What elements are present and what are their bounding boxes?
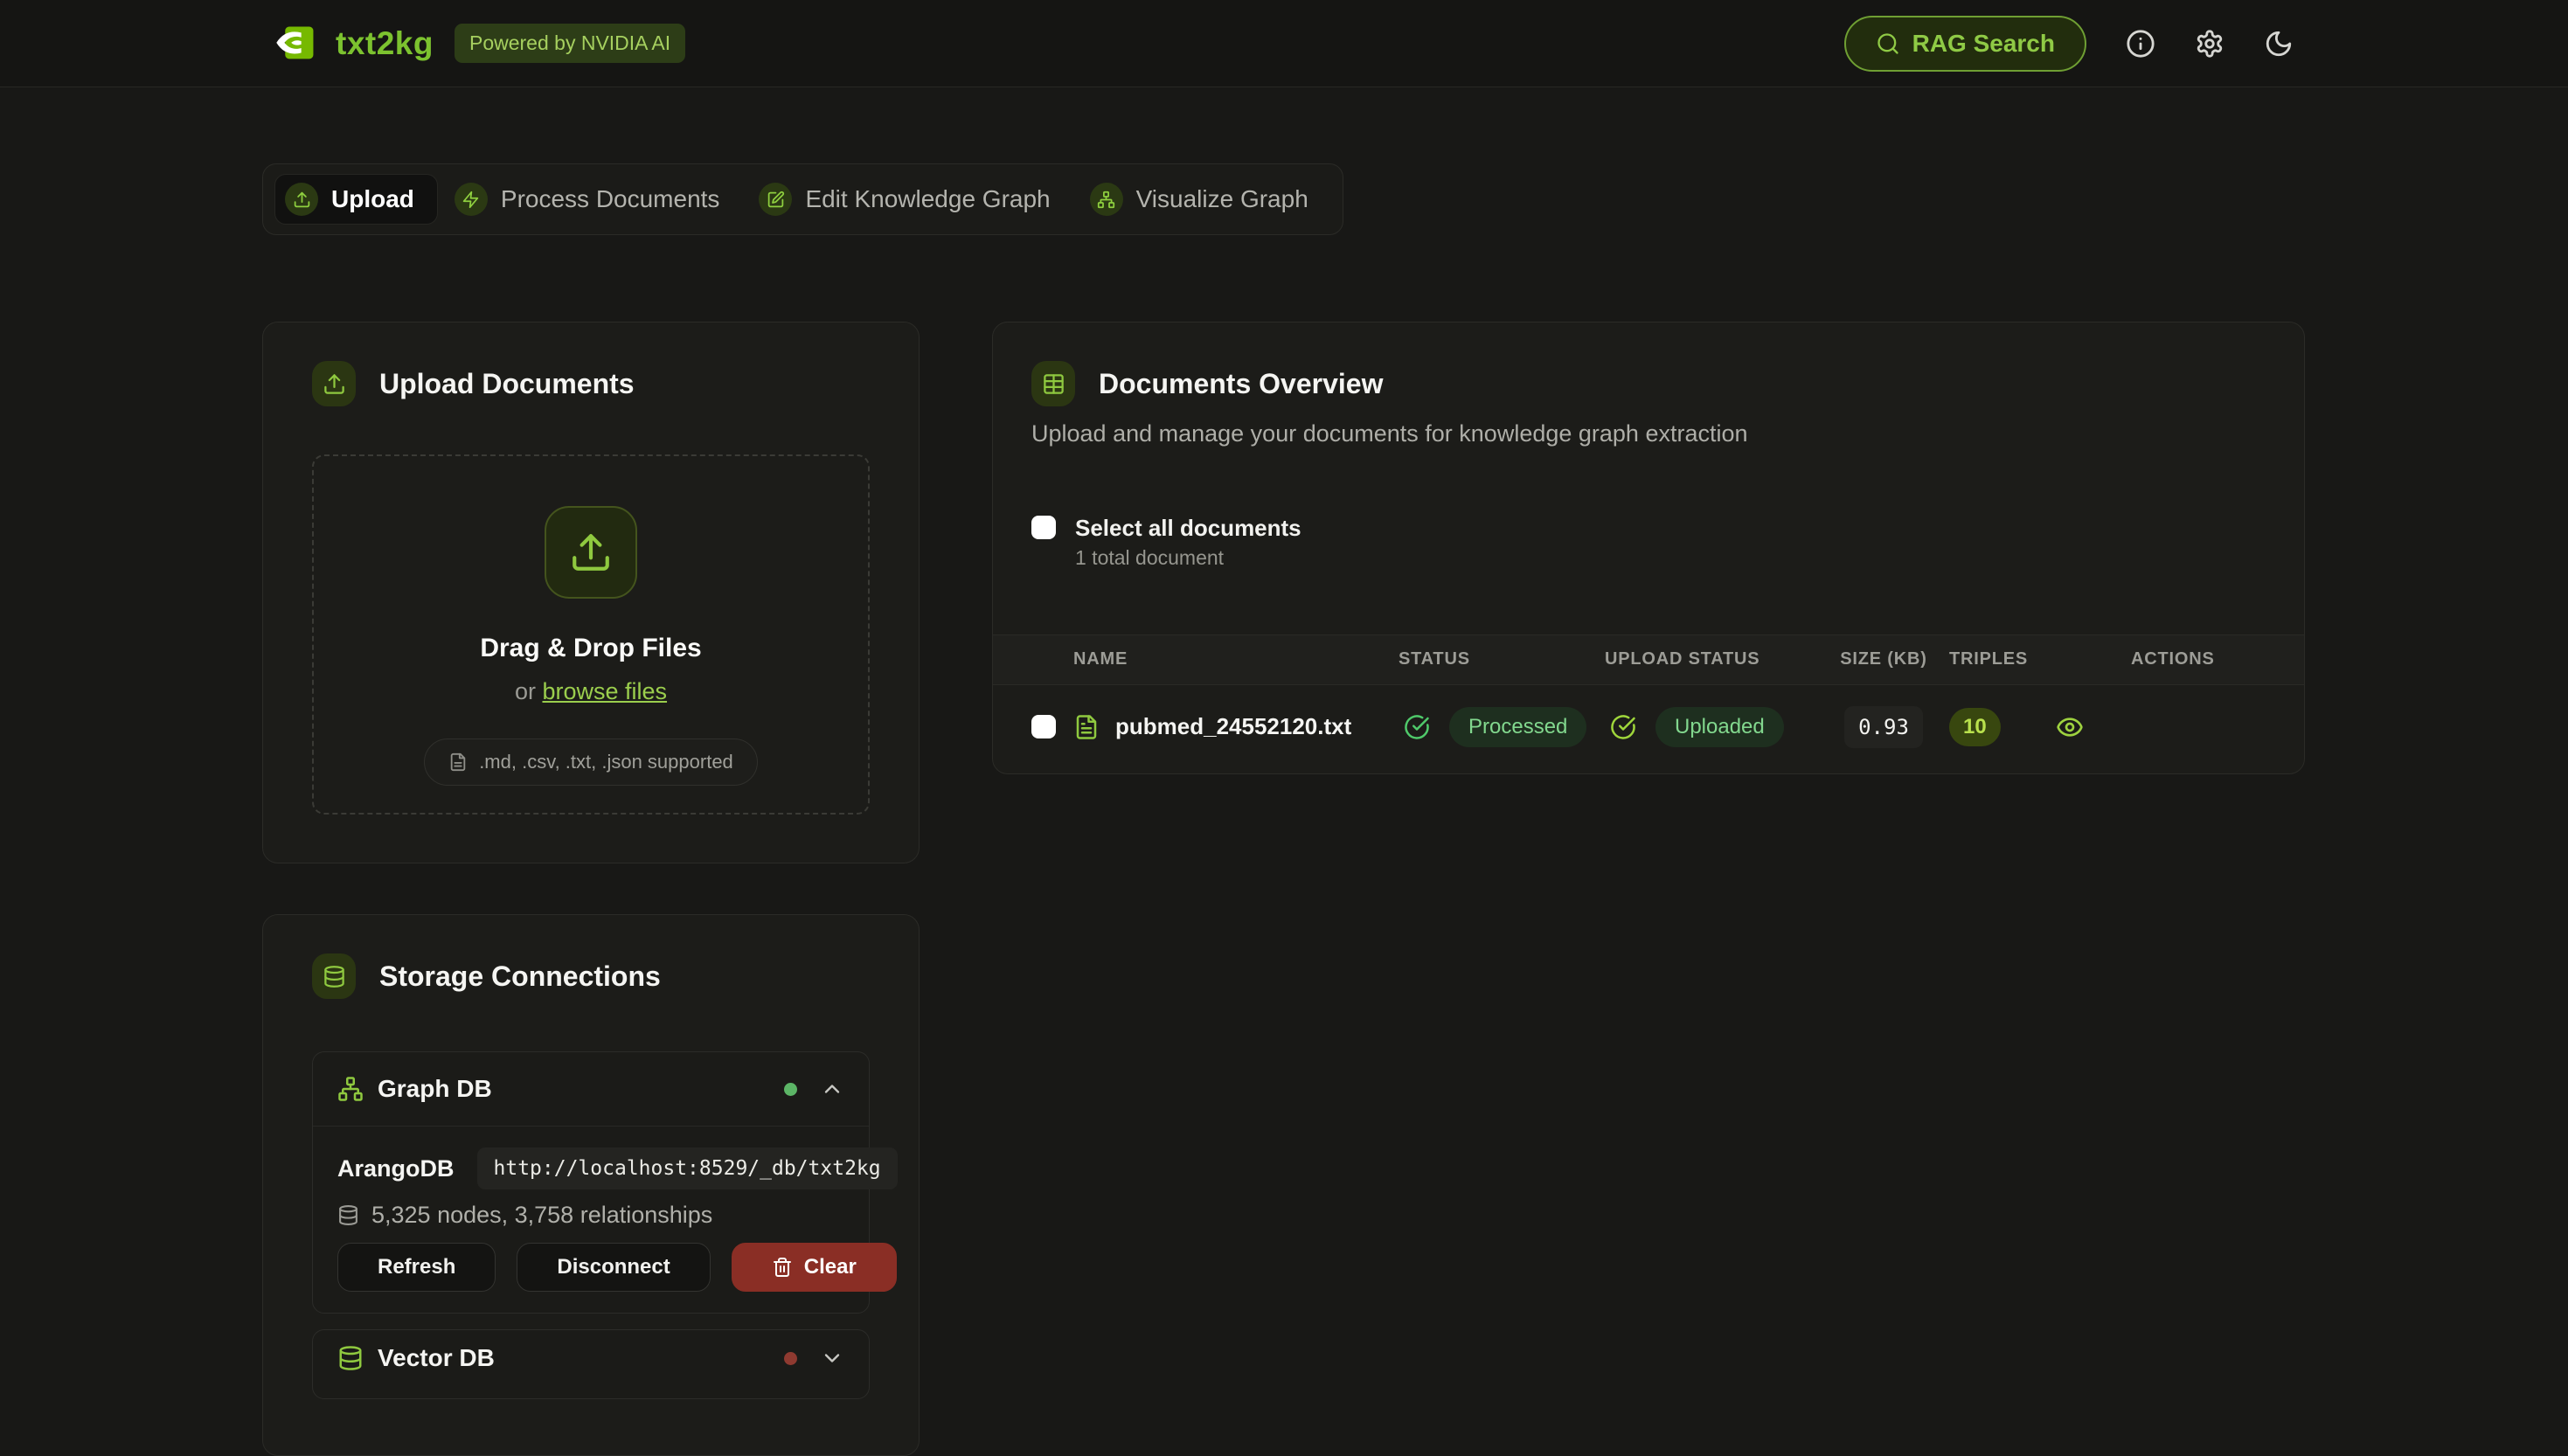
network-graph-icon	[337, 1076, 364, 1102]
select-all-label: Select all documents	[1075, 516, 1301, 541]
column-upload-status: Upload Status	[1605, 649, 1818, 669]
provider-name: ArangoDB	[337, 1155, 455, 1182]
tab-process-label: Process Documents	[501, 185, 720, 213]
row-checkbox[interactable]	[1031, 715, 1056, 738]
nvidia-logo-icon	[274, 25, 315, 62]
storage-card-title: Storage Connections	[379, 960, 661, 993]
column-size: Size (KB)	[1840, 649, 1926, 669]
clear-button[interactable]: Clear	[732, 1243, 897, 1292]
tab-edit-knowledge-graph[interactable]: Edit Knowledge Graph	[749, 174, 1072, 225]
dropzone-subtext: or browse files	[515, 678, 667, 705]
dark-mode-moon-icon[interactable]	[2264, 29, 2294, 59]
refresh-label: Refresh	[378, 1255, 455, 1279]
disconnect-button[interactable]: Disconnect	[517, 1243, 710, 1292]
chevron-up-icon[interactable]	[820, 1077, 844, 1101]
search-icon	[1876, 31, 1900, 56]
file-text-icon	[1073, 714, 1100, 740]
upload-icon	[285, 183, 318, 216]
rag-search-button[interactable]: RAG Search	[1844, 16, 2086, 72]
connection-url: http://localhost:8529/_db/txt2kg	[477, 1147, 898, 1189]
documents-card-title: Documents Overview	[1099, 368, 1383, 400]
document-name: pubmed_24552120.txt	[1115, 713, 1351, 740]
refresh-button[interactable]: Refresh	[337, 1243, 496, 1292]
trash-icon	[772, 1257, 793, 1278]
upload-documents-card: Upload Documents Drag & Drop Files or br…	[262, 322, 920, 863]
column-triples: Triples	[1949, 649, 2056, 669]
upload-icon	[312, 361, 356, 406]
database-icon	[337, 1204, 359, 1226]
column-status: Status	[1399, 649, 1605, 669]
documents-overview-card: Documents Overview Upload and manage you…	[992, 322, 2305, 774]
table-icon	[1031, 361, 1075, 406]
tab-edit-label: Edit Knowledge Graph	[805, 185, 1050, 213]
documents-card-subtitle: Upload and manage your documents for kno…	[993, 420, 2304, 447]
check-circle-icon	[1610, 714, 1636, 740]
database-icon	[312, 953, 356, 999]
vector-db-label: Vector DB	[378, 1344, 495, 1372]
network-graph-icon	[1090, 183, 1123, 216]
settings-gear-icon[interactable]	[2195, 29, 2224, 59]
select-all-checkbox[interactable]	[1031, 516, 1056, 539]
graph-db-label: Graph DB	[378, 1075, 492, 1103]
storage-connections-card: Storage Connections Graph DB ArangoDB ht…	[262, 914, 920, 1456]
tab-visualize-graph[interactable]: Visualize Graph	[1080, 174, 1331, 225]
tab-visualize-label: Visualize Graph	[1136, 185, 1308, 213]
zap-icon	[455, 183, 488, 216]
upload-icon	[545, 506, 637, 599]
powered-by-badge: Powered by NVIDIA AI	[455, 24, 685, 63]
file-icon	[448, 752, 468, 772]
supported-formats-label: .md, .csv, .txt, .json supported	[479, 751, 733, 773]
tab-upload-label: Upload	[331, 185, 414, 213]
view-eye-icon[interactable]	[2056, 713, 2084, 741]
main-tabbar: Upload Process Documents Edit Knowledge …	[262, 163, 1343, 235]
or-text: or	[515, 678, 536, 704]
clear-label: Clear	[804, 1255, 857, 1279]
check-circle-icon	[1404, 714, 1430, 740]
disconnected-status-dot	[784, 1352, 797, 1365]
column-actions: Actions	[2056, 649, 2304, 669]
column-name: Name	[1073, 649, 1399, 669]
triples-count-badge: 10	[1949, 708, 2001, 746]
tab-process-documents[interactable]: Process Documents	[445, 174, 743, 225]
edit-pen-icon	[759, 183, 792, 216]
graph-db-header[interactable]: Graph DB	[313, 1052, 869, 1126]
upload-card-title: Upload Documents	[379, 368, 635, 400]
app-title: txt2kg	[336, 25, 434, 62]
size-kb-value: 0.93	[1844, 706, 1923, 748]
disconnect-label: Disconnect	[557, 1255, 670, 1279]
graph-db-stats: 5,325 nodes, 3,758 relationships	[371, 1202, 712, 1229]
table-row: pubmed_24552120.txt Processed Uploaded 0…	[993, 685, 2304, 769]
status-badge: Processed	[1449, 707, 1586, 747]
total-documents-label: 1 total document	[1075, 546, 1301, 570]
dropzone-title: Drag & Drop Files	[480, 634, 701, 663]
tab-upload[interactable]: Upload	[274, 174, 438, 225]
info-icon[interactable]	[2126, 29, 2155, 59]
vector-db-panel: Vector DB	[312, 1329, 870, 1399]
supported-formats-pill: .md, .csv, .txt, .json supported	[424, 738, 758, 786]
app-header: txt2kg Powered by NVIDIA AI RAG Search	[0, 0, 2568, 87]
rag-search-label: RAG Search	[1912, 30, 2055, 58]
graph-db-panel: Graph DB ArangoDB http://localhost:8529/…	[312, 1051, 870, 1314]
file-dropzone[interactable]: Drag & Drop Files or browse files .md, .…	[312, 454, 870, 815]
upload-status-badge: Uploaded	[1655, 707, 1784, 747]
connected-status-dot	[784, 1083, 797, 1096]
browse-files-link[interactable]: browse files	[542, 678, 667, 704]
chevron-down-icon[interactable]	[820, 1346, 844, 1370]
vector-db-header[interactable]: Vector DB	[313, 1330, 869, 1398]
documents-table-header: Name Status Upload Status Size (KB) Trip…	[993, 634, 2304, 685]
